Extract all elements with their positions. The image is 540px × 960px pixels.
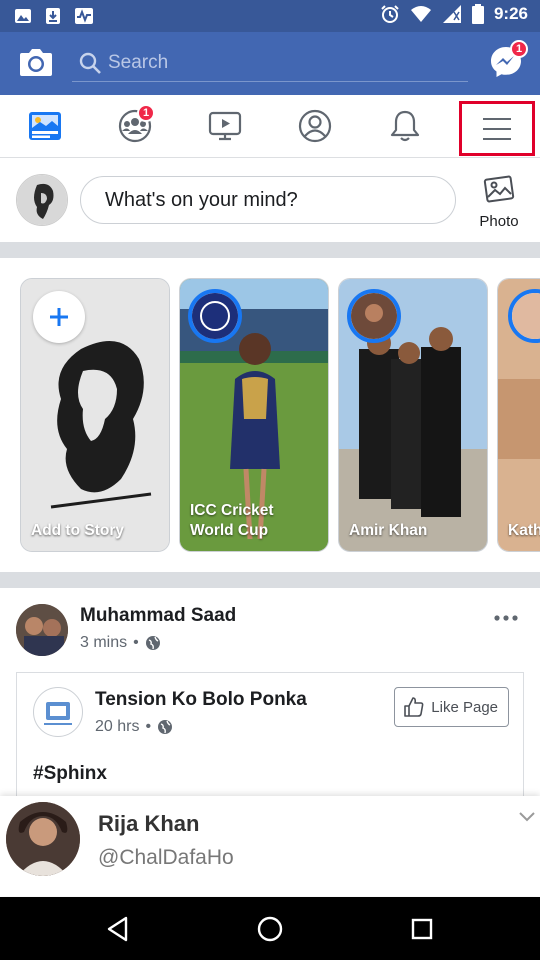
post-time: 3 mins [80,634,128,651]
story-label: Amir Khan [349,522,428,539]
avatar-sketch-image [17,175,67,225]
overlay-handle: @ChalDafaHo [98,846,234,869]
stories-tray: Add to Story ICC Cricket World Cup Amir … [0,260,540,572]
alarm-icon [381,5,399,23]
tab-bar: 1 [0,95,540,158]
top-header: Search 1 [0,32,540,95]
dot-separator: • [145,718,152,735]
section-divider [0,242,540,258]
add-story-button[interactable] [33,291,85,343]
author-photo [16,604,68,656]
search-input[interactable]: Search [72,46,468,82]
profile-icon [298,109,332,143]
like-page-button[interactable]: Like Page [394,687,509,727]
watch-video-icon [208,111,242,141]
thumbs-up-icon [404,697,424,717]
battery-icon [471,4,484,24]
camera-button[interactable] [18,46,54,78]
tab-profile[interactable] [270,95,360,157]
composer: What's on your mind? Photo [0,158,540,242]
bell-icon [390,110,420,142]
recents-square-icon [411,918,433,940]
clock: 9:26 [493,4,528,23]
tab-watch[interactable] [180,95,270,157]
overlay-avatar[interactable] [6,802,80,876]
story-label: Kath [508,522,540,539]
groups-badge: 1 [137,104,155,122]
plus-icon [50,308,68,326]
more-options-button[interactable] [494,602,518,628]
globe-icon [145,636,160,650]
download-notification-icon [46,8,60,24]
overlay-name: Rija Khan [98,811,200,836]
collapse-button[interactable] [518,810,536,828]
story-avatar-amir [347,289,401,343]
story-label: Add to Story [31,522,124,539]
cell-signal-icon [442,5,461,23]
feed-post: Muhammad Saad 3 mins • Tension Ko Bolo P… [0,588,540,800]
globe-icon [158,720,173,734]
status-bar: 9:26 [0,0,540,32]
overlay-photo [6,802,80,876]
android-nav-bar [0,897,540,960]
home-circle-icon [257,916,283,942]
news-feed-icon [29,112,61,140]
profile-overlay-card[interactable]: Rija Khan @ChalDafaHo [0,796,540,896]
post-author-name[interactable]: Muhammad Saad [80,605,236,627]
tab-notifications[interactable] [360,95,450,157]
page-name[interactable]: Tension Ko Bolo Ponka [95,689,307,711]
dot-separator: • [133,634,139,651]
story-label: ICC Cricket World Cup [190,502,274,539]
whats-on-your-mind-input[interactable]: What's on your mind? [80,176,456,224]
search-icon [79,52,101,74]
home-button[interactable] [252,911,288,947]
post-meta: 3 mins • [80,634,161,652]
messenger-button[interactable]: 1 [488,40,528,80]
section-divider [0,572,540,588]
story-card-amir-khan[interactable]: Amir Khan [338,278,488,552]
page-avatar[interactable] [33,687,83,737]
tab-news-feed[interactable] [0,95,90,157]
chevron-down-icon [519,812,535,822]
messenger-badge: 1 [510,40,528,58]
back-triangle-icon [107,916,128,942]
story-card-icc[interactable]: ICC Cricket World Cup [179,278,329,552]
story-card-kath[interactable]: Kath [497,278,540,552]
search-placeholder: Search [108,52,169,73]
tab-menu[interactable] [459,101,535,156]
story-card-add[interactable]: Add to Story [20,278,170,552]
wifi-icon [410,6,431,22]
page-logo [44,702,72,725]
hamburger-menu-icon [483,117,511,140]
photo-label: Photo [479,213,519,230]
post-hashtag[interactable]: #Sphinx [33,763,107,785]
activity-notification-icon [75,8,93,24]
tab-groups[interactable]: 1 [90,95,180,157]
recents-button[interactable] [404,911,440,947]
photo-icon [483,175,515,203]
like-page-label: Like Page [431,698,498,716]
back-button[interactable] [100,911,136,947]
post-author-avatar[interactable] [16,604,68,656]
more-dots-icon [494,615,518,621]
photo-button[interactable]: Photo [470,172,528,236]
story-avatar-icc [188,289,242,343]
composer-avatar[interactable] [16,174,68,226]
camera-icon [20,49,52,76]
shared-post[interactable]: Tension Ko Bolo Ponka 20 hrs • Like Page… [16,672,524,800]
shared-time: 20 hrs [95,718,140,735]
gallery-notification-icon [15,9,31,23]
shared-meta: 20 hrs • [95,718,173,736]
